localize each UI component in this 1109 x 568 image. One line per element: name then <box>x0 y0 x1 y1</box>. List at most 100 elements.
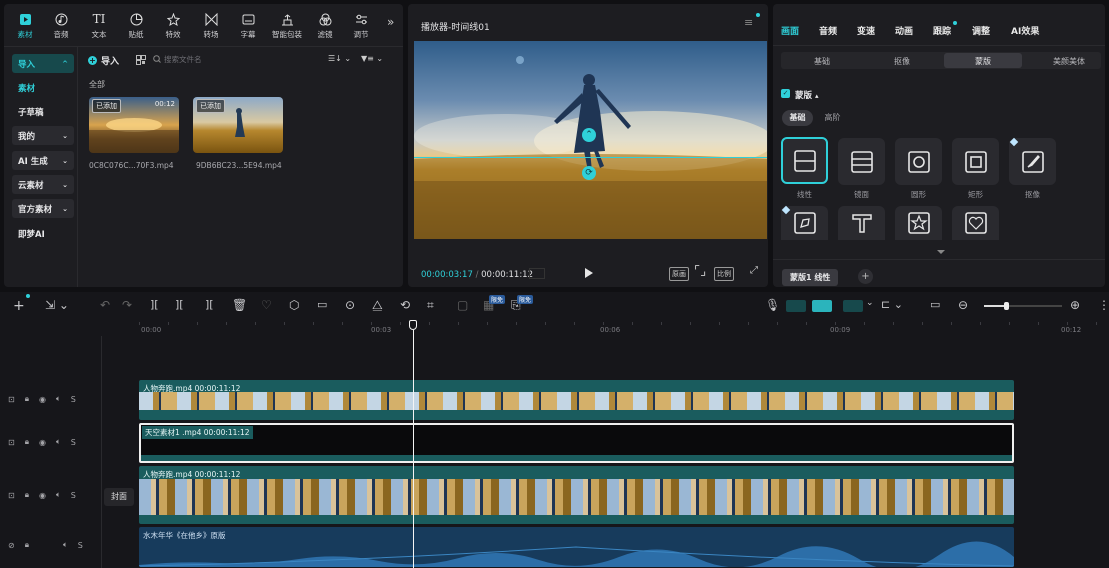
tab-tracking[interactable]: 跟踪 <box>933 24 951 37</box>
mask-circle-button[interactable] <box>895 138 942 185</box>
solo-icon[interactable]: S <box>71 395 76 404</box>
split-right-icon[interactable]: ][ <box>205 298 214 311</box>
mask-linear-button[interactable] <box>781 137 828 184</box>
mask-section-title[interactable]: 蒙版 ▴ <box>795 89 819 101</box>
subtab-basic[interactable]: 基础 <box>814 56 830 67</box>
lock-icon[interactable]: 🔒︎ <box>25 394 29 404</box>
sort-button[interactable]: ☰↓ ⌄ <box>328 54 351 63</box>
tab-audio[interactable]: 音频 <box>819 24 837 37</box>
add-mask-button[interactable]: + <box>858 269 873 284</box>
tab-speed[interactable]: 变速 <box>857 24 875 37</box>
video-clip-runner-1[interactable]: 人物奔跑.mp4 00:00:11:12 <box>139 380 1014 420</box>
filter-button[interactable]: ▼≡ ⌄ <box>361 54 383 63</box>
sidebar-item-mine[interactable]: 我的 ⌄ <box>12 126 74 145</box>
toolbar-media[interactable]: 素材 <box>8 4 42 46</box>
mask-mode-advanced[interactable]: 高阶 <box>817 110 848 126</box>
volume-icon[interactable]: 🔈︎ <box>56 437 61 447</box>
tab-ai-effects[interactable]: AI效果 <box>1011 24 1039 37</box>
qr-icon[interactable] <box>136 55 146 65</box>
toolbar-effects[interactable]: 特效 <box>156 4 190 46</box>
mask-rotate-handle[interactable]: ⟳ <box>582 166 596 180</box>
expand-masks-chevron-icon[interactable] <box>937 250 945 254</box>
mirror-icon[interactable]: ⧋ <box>372 298 383 313</box>
shield-icon[interactable]: ⬡ <box>289 298 299 312</box>
search-input[interactable]: 搜索文件名 <box>153 52 303 66</box>
original-button[interactable]: 原画 <box>669 267 689 281</box>
audio-clip-music[interactable]: 水木年华《在他乡》原版 <box>139 527 1014 567</box>
play-button[interactable] <box>585 268 593 278</box>
add-track-button[interactable]: + <box>13 298 25 314</box>
fit-icon[interactable]: ▢ <box>457 298 468 312</box>
import-button[interactable]: + 导入 <box>88 54 119 67</box>
subtab-beauty[interactable]: 美颜美体 <box>1053 56 1085 67</box>
toolbar-subtitle[interactable]: 字幕 <box>231 4 265 46</box>
toolbar-more-button[interactable]: » <box>387 15 394 29</box>
mask-heart-button[interactable] <box>952 206 999 240</box>
mask-text-button[interactable] <box>838 206 885 240</box>
sidebar-item-material[interactable]: 素材 <box>12 78 74 97</box>
redo-icon[interactable]: ↷ <box>122 298 132 312</box>
eye-icon[interactable]: ◉ <box>39 395 46 404</box>
lock-icon[interactable]: 🔒︎ <box>25 437 29 447</box>
solo-icon[interactable]: S <box>71 491 76 500</box>
lock-icon[interactable]: 🔒︎ <box>25 540 29 550</box>
mark-icon[interactable]: ♡ <box>261 298 272 312</box>
volume-icon[interactable]: 🔈︎ <box>56 490 61 500</box>
toolbar-text[interactable]: TI 文本 <box>82 4 116 46</box>
split-icon[interactable]: ][ <box>150 298 159 311</box>
player-menu-icon[interactable]: ≡ <box>744 16 753 29</box>
more-options-icon[interactable]: ⋮ <box>1098 298 1109 312</box>
mask-instance-tag[interactable]: 蒙版1 线性 <box>782 269 839 286</box>
mask-star-button[interactable] <box>895 206 942 240</box>
play-speed-icon[interactable]: ⊙ <box>345 298 355 312</box>
tab-picture[interactable]: 画面 <box>781 24 799 37</box>
sidebar-item-official[interactable]: 官方素材 ⌄ <box>12 199 74 218</box>
subtitle-preview-icon[interactable]: ▭ <box>930 298 940 311</box>
sidebar-item-jimeng[interactable]: 即梦AI <box>12 224 74 243</box>
sidebar-item-ai-generate[interactable]: AI 生成 ⌄ <box>12 151 74 170</box>
eye-icon[interactable]: ◉ <box>39 438 46 447</box>
mask-enable-checkbox[interactable]: ✓ <box>781 89 790 98</box>
toolbar-adjust[interactable]: 调节 <box>344 4 378 46</box>
mask-mode-basic[interactable]: 基础 <box>782 110 813 126</box>
media-thumb-1[interactable]: 已添加 00:12 <box>89 97 179 153</box>
tab-adjust[interactable]: 调整 <box>972 24 990 37</box>
timeline-ruler[interactable] <box>139 322 1105 334</box>
linkage-button[interactable] <box>843 300 863 312</box>
solo-icon[interactable]: S <box>78 541 83 550</box>
preview-axis-icon[interactable]: ⊏ ⌄ <box>881 298 903 311</box>
playhead-line[interactable] <box>413 330 414 568</box>
zoom-in-icon[interactable]: ⊕ <box>1070 298 1080 312</box>
mask-matting-button[interactable] <box>1009 138 1056 185</box>
zoom-slider-thumb[interactable] <box>1004 302 1009 310</box>
playhead-handle[interactable] <box>409 320 417 330</box>
mask-feather-handle[interactable]: ⌃ <box>582 128 596 142</box>
subtab-matting[interactable]: 抠像 <box>894 56 910 67</box>
rotate-icon[interactable]: ⟲ <box>400 298 410 312</box>
cover-button[interactable]: 封面 <box>104 488 134 506</box>
toolbar-transition[interactable]: 转场 <box>194 4 228 46</box>
mask-rect-button[interactable] <box>952 138 999 185</box>
mask-mirror-button[interactable] <box>838 138 885 185</box>
auto-snap-button[interactable] <box>812 300 832 312</box>
mask-line[interactable] <box>414 157 767 158</box>
focus-icon[interactable]: ⌜⌟ <box>694 264 706 279</box>
toolbar-filter[interactable]: 滤镜 <box>308 4 342 46</box>
sidebar-item-subdraft[interactable]: 子草稿 <box>12 102 74 121</box>
undo-icon[interactable]: ↶ <box>100 298 110 312</box>
preview-video[interactable]: ⌃ ⟳ <box>414 41 767 239</box>
split-left-icon[interactable]: ][ <box>175 298 184 311</box>
crop-icon[interactable]: ⌗ <box>427 298 434 313</box>
video-clip-sky[interactable]: 天空素材1 .mp4 00:00:11:12 <box>139 423 1014 463</box>
solo-icon[interactable]: S <box>71 438 76 447</box>
delete-icon[interactable]: 🗑︎ <box>232 298 247 312</box>
zoom-slider[interactable] <box>984 302 1062 310</box>
toolbar-smart-package[interactable]: 智能包装 <box>270 4 304 46</box>
sidebar-item-cloud[interactable]: 云素材 ⌄ <box>12 175 74 194</box>
freeze-icon[interactable]: ▭ <box>317 298 327 311</box>
tab-animation[interactable]: 动画 <box>895 24 913 37</box>
video-clip-runner-main[interactable]: 人物奔跑.mp4 00:00:11:12 <box>139 466 1014 524</box>
media-thumb-2[interactable]: 已添加 <box>193 97 283 153</box>
chevron-down-icon[interactable]: ⌄ <box>866 298 874 308</box>
zoom-out-icon[interactable]: ⊖ <box>958 298 968 312</box>
